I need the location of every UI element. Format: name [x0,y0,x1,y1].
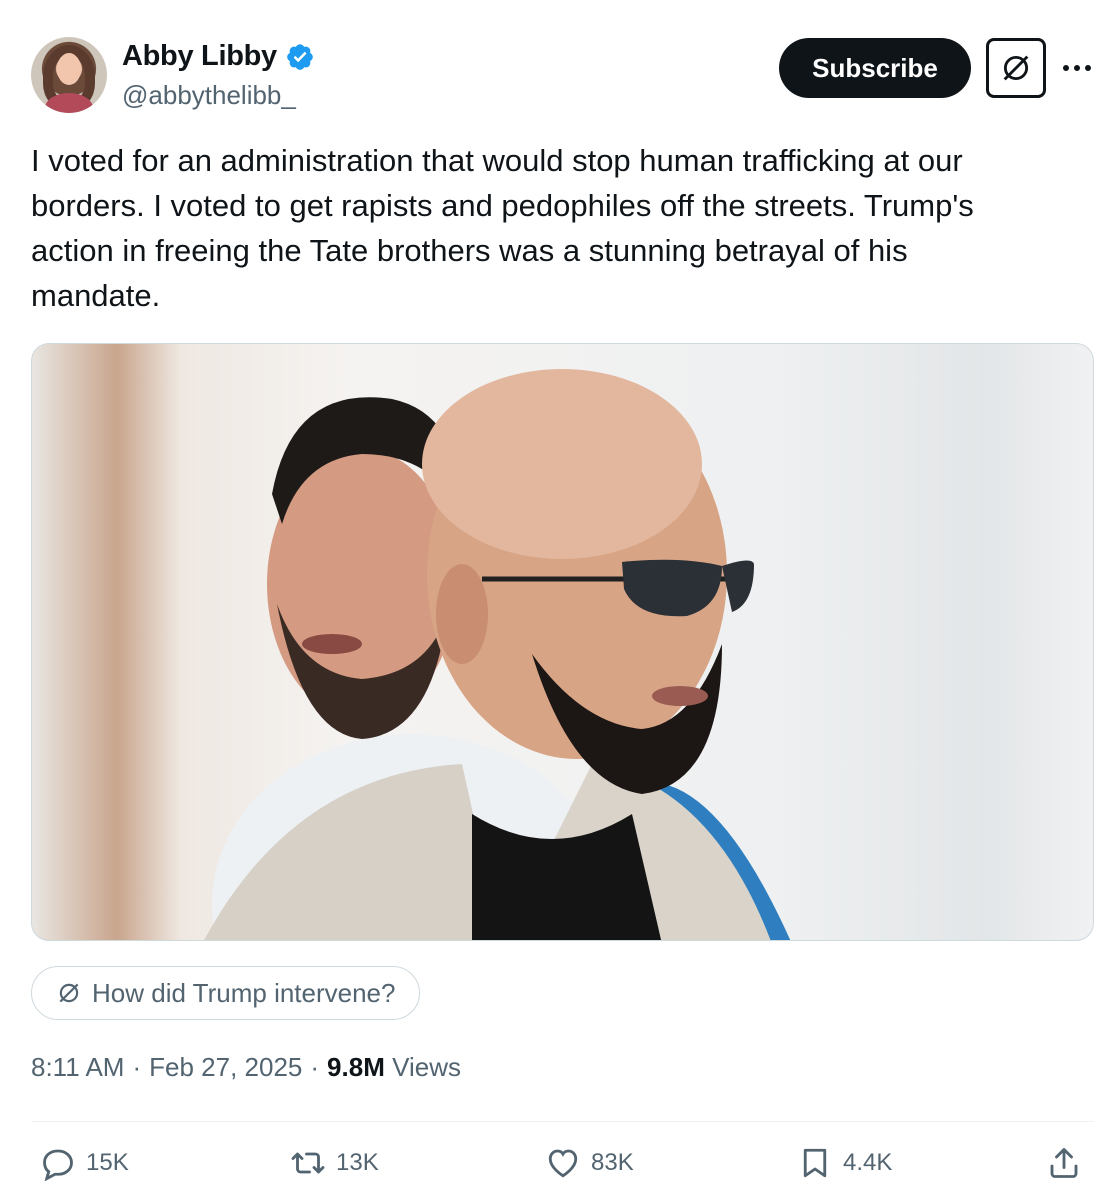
bookmark-count: 4.4K [843,1149,893,1176]
like-count: 83K [591,1149,634,1176]
repost-count: 13K [336,1149,379,1176]
views-count: 9.8M [327,1052,385,1082]
tweet-meta: 8:11 AM · Feb 27, 2025 · 9.8M Views [31,1052,461,1083]
share-icon [1050,1148,1078,1178]
views[interactable]: 9.8M Views [327,1052,461,1083]
author-handle[interactable]: @abbythelibb_ [122,80,296,111]
repost-icon [291,1152,325,1174]
heart-icon [548,1149,578,1178]
bookmark-icon [803,1148,827,1178]
repost-button[interactable]: 13K [290,1145,379,1181]
views-label: Views [392,1052,461,1082]
more-options-button[interactable] [1060,54,1094,82]
subscribe-button[interactable]: Subscribe [779,38,971,98]
meta-separator: · [310,1052,320,1082]
grok-icon [59,983,79,1003]
grok-prompt-label: How did Trump intervene? [92,977,396,1008]
meta-separator: · [132,1052,142,1082]
divider [31,1121,1094,1122]
reply-button[interactable]: 15K [40,1145,129,1181]
share-button[interactable] [1046,1145,1082,1181]
tweet-date[interactable]: Feb 27, 2025 [149,1052,302,1083]
reply-icon [43,1149,73,1181]
tweet-time[interactable]: 8:11 AM [31,1052,124,1083]
avatar-face [57,53,81,85]
verified-badge-icon [287,43,313,70]
author-display-name[interactable]: Abby Libby [122,40,277,73]
reply-count: 15K [86,1149,129,1176]
author-name-row: Abby Libby [122,40,315,73]
tweet-photo[interactable] [31,343,1094,941]
author-avatar[interactable] [31,37,107,113]
photo-illustration [204,369,791,940]
bookmark-button[interactable]: 4.4K [797,1145,892,1181]
tweet-text: I voted for an administration that would… [31,143,974,313]
grok-button[interactable] [986,38,1046,98]
grok-prompt-button[interactable]: How did Trump intervene? [31,966,421,1020]
more-dots-icon [1063,65,1091,71]
like-button[interactable]: 83K [545,1145,634,1181]
grok-icon [1003,55,1029,81]
